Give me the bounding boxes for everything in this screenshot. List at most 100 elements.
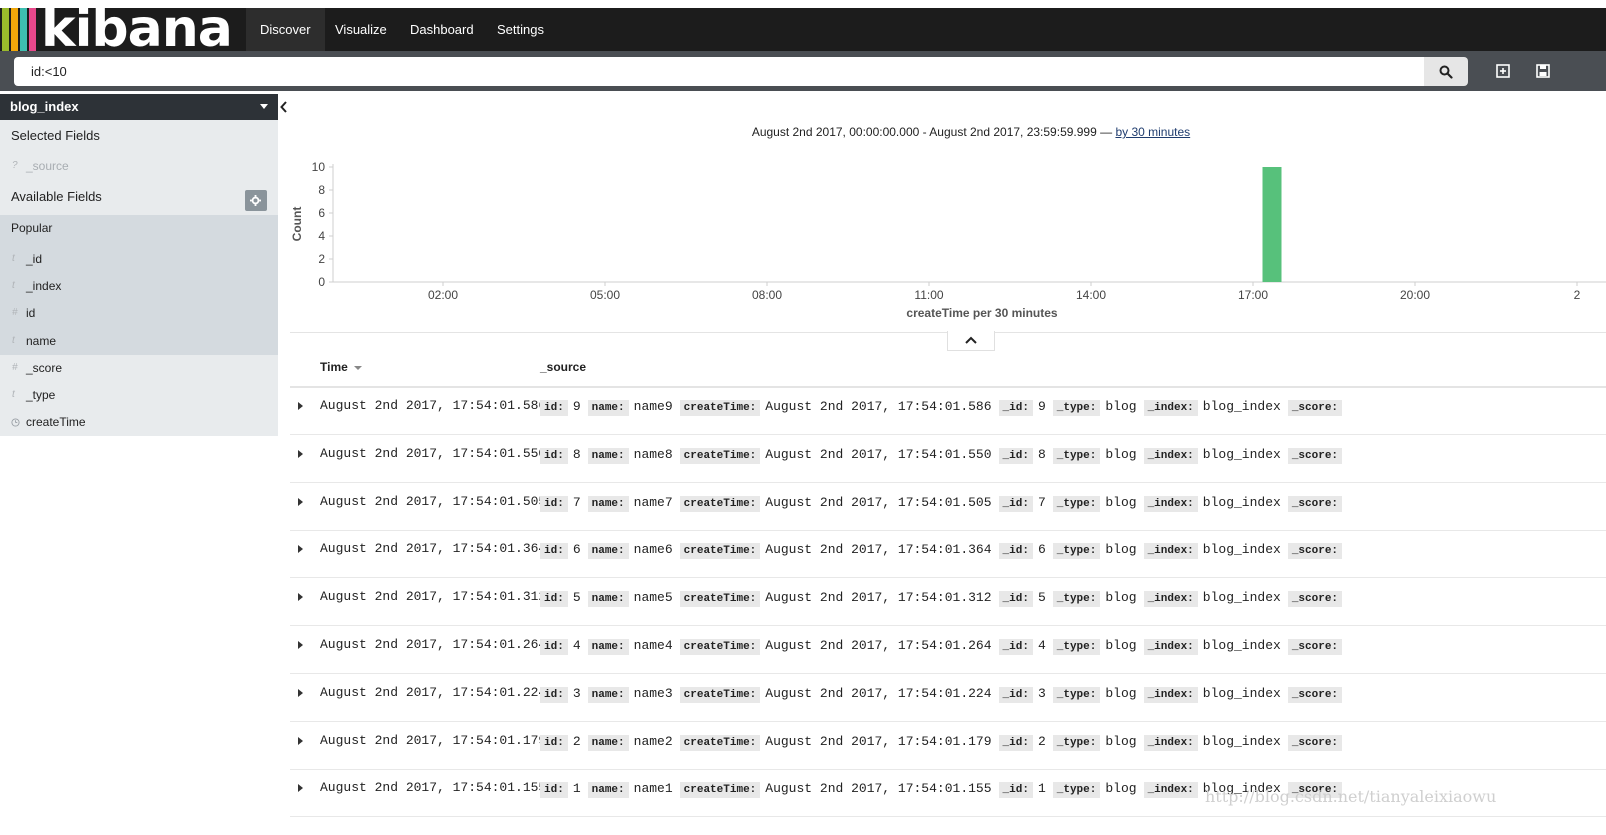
new-search-button[interactable]: [1493, 61, 1513, 81]
expand-row-icon[interactable]: [298, 545, 303, 554]
column-label: Time: [320, 360, 348, 374]
y-tick-label: 6: [318, 206, 325, 220]
source-key: _score:: [1287, 639, 1343, 655]
expand-row-icon[interactable]: [298, 641, 303, 649]
tab-visualize[interactable]: Visualize: [321, 8, 401, 51]
source-key: _score:: [1287, 591, 1343, 608]
source-key: name:: [587, 447, 629, 464]
row-source: id: 6 name: name6 createTime: August 2nd 2017…: [540, 542, 1347, 560]
source-key: id:: [540, 495, 568, 512]
source-value: name3: [633, 685, 673, 701]
source-key: _score:: [1287, 447, 1343, 464]
source-key: name:: [587, 686, 629, 703]
expand-row-icon[interactable]: [298, 449, 303, 458]
tab-discover[interactable]: Discover: [246, 8, 325, 51]
source-value: blog_index: [1202, 399, 1281, 414]
source-key: id:: [540, 400, 568, 416]
chevron-down-icon: [260, 104, 268, 109]
expand-row-icon[interactable]: [298, 736, 303, 745]
field-item[interactable]: t name: [0, 330, 278, 352]
index-selector[interactable]: blog_index: [0, 94, 278, 120]
tab-settings[interactable]: Settings: [483, 8, 558, 51]
gear-icon: [250, 195, 261, 206]
histogram-bar: [1262, 167, 1282, 282]
source-value: name8: [633, 446, 673, 462]
save-search-button[interactable]: [1533, 61, 1553, 81]
field-item-source[interactable]: ? _source: [0, 155, 278, 177]
source-value: blog: [1105, 685, 1137, 701]
field-item[interactable]: t _id: [0, 248, 278, 270]
field-item[interactable]: # id: [0, 302, 278, 324]
source-value: August 2nd 2017, 17:54:01.586: [765, 399, 992, 414]
source-key: _id:: [998, 447, 1033, 464]
table-row[interactable]: August 2nd 2017, 17:54:01.312 id: 5 name: na…: [290, 578, 1606, 627]
field-type-icon: #: [12, 362, 18, 373]
source-key: _id:: [998, 639, 1033, 655]
row-source: id: 2 name: name2 createTime: August 2nd 2017…: [540, 733, 1347, 751]
table-row[interactable]: August 2nd 2017, 17:54:01.364 id: 6 name: na…: [290, 530, 1606, 579]
expand-row-icon[interactable]: [298, 784, 303, 793]
source-value: name7: [633, 494, 673, 510]
field-type-icon: t: [12, 253, 15, 264]
source-key: name:: [587, 639, 629, 655]
logo-bar: [2, 8, 9, 51]
expand-row-icon[interactable]: [298, 497, 303, 506]
source-key: _index:: [1143, 782, 1198, 799]
table-row[interactable]: August 2nd 2017, 17:54:01.264 id: 4 name: na…: [290, 626, 1606, 674]
source-value: blog_index: [1202, 638, 1281, 653]
source-key: _type:: [1052, 400, 1101, 416]
x-tick-label: 20:00: [1400, 288, 1430, 302]
source-value: 7: [1037, 494, 1046, 510]
source-key: id:: [540, 686, 568, 703]
source-key: createTime:: [679, 447, 761, 464]
source-key: _type:: [1052, 591, 1101, 608]
source-value: 4: [1037, 638, 1046, 653]
source-value: blog_index: [1202, 446, 1281, 462]
histogram-chart: 10 8 6 4 2 0 02:00 05:00 08:00 11:00 14:00 17:00 20:…: [290, 160, 1606, 320]
logo-text: kibana: [41, 8, 233, 51]
toggle-chart-button[interactable]: [947, 331, 995, 351]
source-value: blog: [1105, 494, 1137, 510]
field-item[interactable]: t _type: [0, 384, 278, 406]
table-row[interactable]: August 2nd 2017, 17:54:01.224 id: 3 name: na…: [290, 674, 1606, 722]
y-tick-label: 0: [318, 275, 325, 289]
table-row[interactable]: August 2nd 2017, 17:54:01.586 id: 9 name: na…: [290, 387, 1606, 435]
field-item[interactable]: # _score: [0, 357, 278, 379]
field-type-icon: #: [12, 307, 18, 318]
source-value: blog: [1105, 733, 1137, 749]
source-value: August 2nd 2017, 17:54:01.179: [765, 733, 992, 749]
y-tick-label: 4: [318, 229, 325, 243]
source-value: name9: [633, 399, 673, 414]
source-value: August 2nd 2017, 17:54:01.312: [765, 590, 992, 606]
logo-bar: [20, 8, 27, 51]
source-value: 8: [1037, 446, 1046, 462]
expand-row-icon[interactable]: [298, 688, 303, 697]
source-key: _id:: [998, 400, 1033, 416]
tab-dashboard[interactable]: Dashboard: [396, 8, 488, 51]
search-icon: [1439, 65, 1453, 79]
x-axis-label: createTime per 30 minutes: [906, 306, 1058, 320]
column-header-time[interactable]: Time: [320, 360, 363, 374]
table-row[interactable]: August 2nd 2017, 17:54:01.550 id: 8 name: na…: [290, 435, 1606, 483]
search-input[interactable]: id:<10: [14, 57, 1424, 86]
kibana-logo[interactable]: kibana: [0, 8, 236, 51]
new-search-icon: [1496, 64, 1510, 78]
source-key: name:: [587, 495, 629, 512]
source-key: _index:: [1143, 495, 1198, 512]
source-value: 5: [1037, 590, 1046, 606]
source-key: createTime:: [679, 591, 761, 608]
field-item[interactable]: t _index: [0, 275, 278, 297]
expand-row-icon[interactable]: [298, 593, 303, 602]
collapse-sidebar-button[interactable]: [278, 94, 290, 120]
source-value: blog: [1105, 542, 1137, 558]
field-settings-button[interactable]: [245, 190, 267, 211]
expand-row-icon[interactable]: [298, 402, 303, 410]
search-button[interactable]: [1424, 57, 1468, 86]
table-row[interactable]: August 2nd 2017, 17:54:01.179 id: 2 name: na…: [290, 722, 1606, 770]
table-row[interactable]: August 2nd 2017, 17:54:01.505 id: 7 name: na…: [290, 483, 1606, 531]
field-item[interactable]: createTime: [0, 411, 278, 433]
field-name: _score: [26, 361, 63, 375]
source-key: createTime:: [679, 400, 761, 416]
y-tick-label: 2: [318, 252, 325, 266]
row-time: August 2nd 2017, 17:54:01.586: [320, 398, 547, 413]
